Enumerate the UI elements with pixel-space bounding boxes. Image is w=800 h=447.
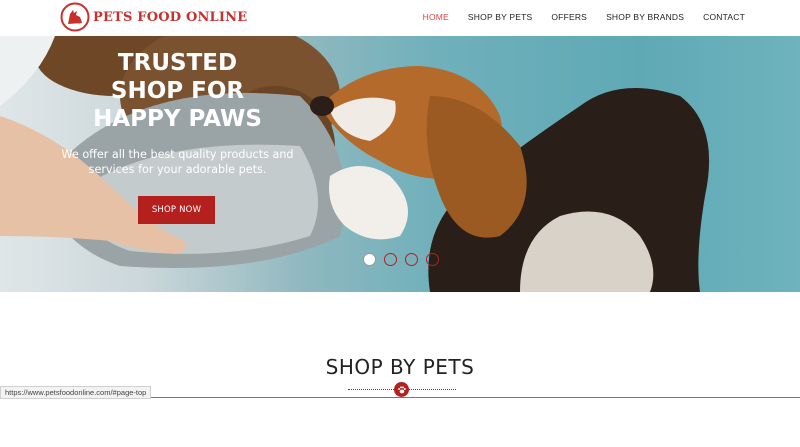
hero-title-line: HAPPY PAWS [93, 106, 262, 132]
divider-line [130, 397, 800, 398]
nav-shop-by-pets[interactable]: SHOP BY PETS [468, 12, 532, 22]
section-title: SHOP BY PETS [325, 355, 475, 379]
nav-offers[interactable]: OFFERS [551, 12, 587, 22]
nav-home[interactable]: HOME [423, 12, 449, 22]
slider-pagination [363, 253, 439, 266]
hero-subtitle-line: services for your adorable pets. [88, 163, 267, 176]
hero-subtitle-line: We offer all the best quality products a… [61, 148, 294, 161]
nav-shop-by-brands[interactable]: SHOP BY BRANDS [606, 12, 684, 22]
brand-name: PETS FOOD ONLINE [93, 9, 248, 25]
site-header: PETS FOOD ONLINE HOME SHOP BY PETS OFFER… [0, 0, 800, 36]
nav-contact[interactable]: CONTACT [703, 12, 745, 22]
dog-logo-icon [60, 2, 90, 32]
shop-now-button[interactable]: SHOP NOW [138, 196, 215, 224]
paw-icon [394, 382, 409, 397]
hero-title-line: TRUSTED [117, 50, 238, 76]
main-nav: HOME SHOP BY PETS OFFERS SHOP BY BRANDS … [404, 12, 745, 22]
hero-subtitle: We offer all the best quality products a… [55, 147, 300, 177]
slider-dot-2[interactable] [384, 253, 397, 266]
hero-title-line: SHOP FOR [110, 78, 245, 104]
hero-title: TRUSTED SHOP FOR HAPPY PAWS [60, 49, 295, 133]
slider-dot-4[interactable] [426, 253, 439, 266]
slider-dot-1[interactable] [363, 253, 376, 266]
status-bar-url: https://www.petsfoodonline.com/#page-top [0, 386, 152, 399]
hero-slider: TRUSTED SHOP FOR HAPPY PAWS We offer all… [0, 36, 800, 292]
slider-dot-3[interactable] [405, 253, 418, 266]
brand-logo[interactable]: PETS FOOD ONLINE [60, 2, 247, 32]
